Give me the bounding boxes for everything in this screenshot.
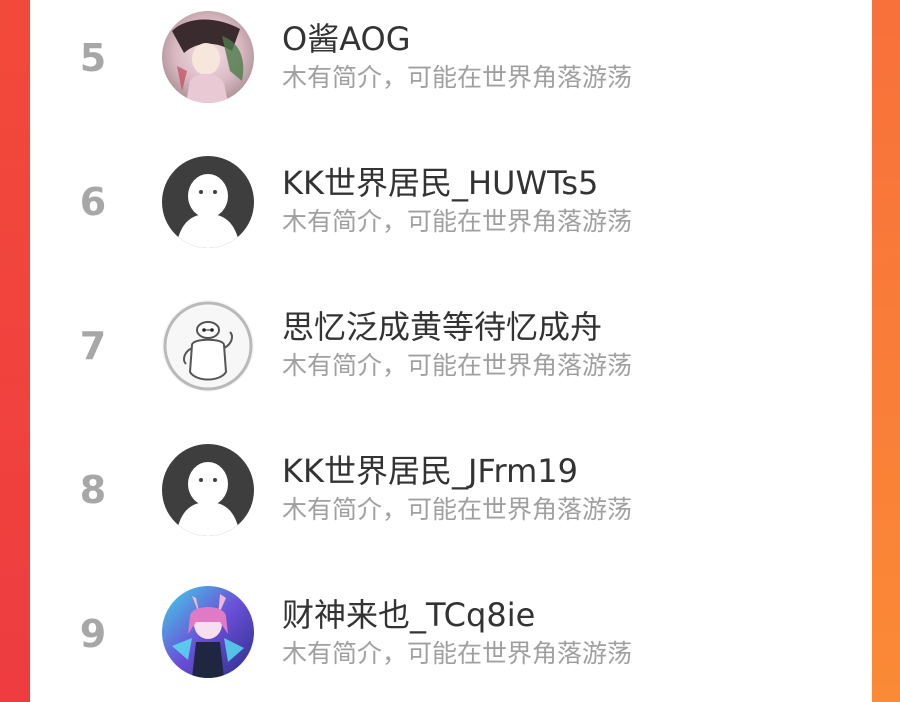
user-bio: 木有简介，可能在世界角落游荡 <box>282 351 633 380</box>
ranking-row[interactable]: 6 KK世界居民_HUWTs5 木有简介，可能在世界角落游荡 <box>30 144 872 288</box>
ranking-row[interactable]: 5 O酱AOG 木有简介，可能在世界角落游荡 <box>30 0 872 144</box>
rank-number: 8 <box>79 468 107 512</box>
default-user-avatar-icon[interactable] <box>162 156 254 248</box>
baymax-avatar-icon[interactable] <box>162 300 254 392</box>
user-bio: 木有简介，可能在世界角落游荡 <box>282 63 633 92</box>
user-name[interactable]: KK世界居民_HUWTs5 <box>282 158 598 204</box>
user-name[interactable]: KK世界居民_JFrm19 <box>282 446 578 492</box>
anime-character-avatar-icon[interactable] <box>162 586 254 678</box>
ranking-row[interactable]: 7 思忆泛成黄等待忆成舟 木有简介，可能在世界角落游荡 <box>30 288 872 432</box>
rank-number: 7 <box>79 324 107 368</box>
user-bio: 木有简介，可能在世界角落游荡 <box>282 639 633 668</box>
rank-number: 9 <box>79 612 107 656</box>
ranking-row[interactable]: 8 KK世界居民_JFrm19 木有简介，可能在世界角落游荡 <box>30 432 872 576</box>
ranking-row[interactable]: 9 财神来也_TCq8ie 木有简介，可能在世界角落游荡 <box>30 576 872 702</box>
right-edge-decoration <box>872 0 900 702</box>
user-name[interactable]: 思忆泛成黄等待忆成舟 <box>282 302 602 348</box>
ranking-list: 5 O酱AOG 木有简介，可能在世界角落游荡 6 KK世界居民_HUWTs5 木… <box>30 0 872 702</box>
user-bio: 木有简介，可能在世界角落游荡 <box>282 495 633 524</box>
default-user-avatar-icon[interactable] <box>162 444 254 536</box>
user-bio: 木有简介，可能在世界角落游荡 <box>282 207 633 236</box>
rank-number: 5 <box>79 36 107 80</box>
user-name[interactable]: O酱AOG <box>282 14 411 60</box>
rank-number: 6 <box>79 180 107 224</box>
user-name[interactable]: 财神来也_TCq8ie <box>282 590 535 636</box>
left-edge-decoration <box>0 0 30 702</box>
anime-girl-avatar-icon[interactable] <box>162 11 254 103</box>
